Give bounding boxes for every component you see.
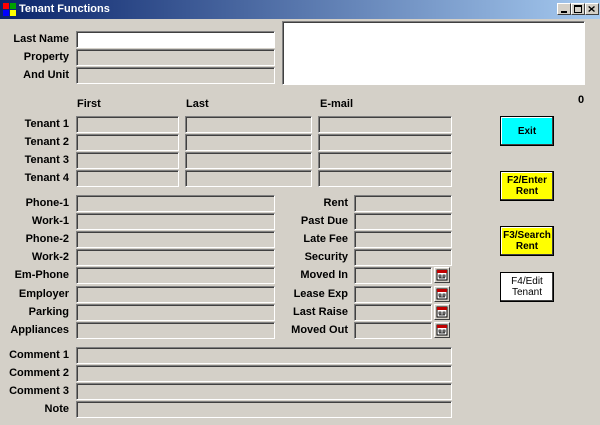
app-icon xyxy=(3,3,16,16)
moved-out-label: Moved Out xyxy=(291,324,348,336)
first-header: First xyxy=(77,98,101,110)
comment2-field[interactable] xyxy=(76,365,452,382)
late-fee-label: Late Fee xyxy=(303,233,348,245)
last-raise-label: Last Raise xyxy=(292,306,348,318)
moved-in-label: Moved In xyxy=(300,269,348,281)
phone2-field[interactable] xyxy=(76,231,275,248)
title-bar: Tenant Functions xyxy=(0,0,600,19)
search-rent-button-label: F3/Search Rent xyxy=(503,230,551,252)
phone1-field[interactable] xyxy=(76,195,275,212)
calendar-icon xyxy=(436,288,448,300)
late-fee-field[interactable] xyxy=(354,231,452,248)
edit-tenant-button-label: F4/Edit Tenant xyxy=(511,276,543,298)
maximize-button[interactable] xyxy=(571,3,585,15)
tenant2-email-field[interactable] xyxy=(318,134,452,151)
window-title: Tenant Functions xyxy=(19,3,110,15)
minimize-button[interactable] xyxy=(557,3,571,15)
rent-field[interactable] xyxy=(354,195,452,212)
last-raise-field[interactable] xyxy=(354,304,432,321)
last-name-input[interactable] xyxy=(76,31,275,48)
comment3-label: Comment 3 xyxy=(9,385,69,397)
past-due-label: Past Due xyxy=(300,215,348,227)
appliances-field[interactable] xyxy=(76,322,275,339)
employer-label: Employer xyxy=(18,288,69,300)
work2-field[interactable] xyxy=(76,249,275,266)
property-field[interactable] xyxy=(76,49,275,66)
record-counter: 0 xyxy=(578,94,585,106)
exit-button-label: Exit xyxy=(517,125,537,137)
moved-out-calendar-button[interactable] xyxy=(434,322,450,338)
unit-field[interactable] xyxy=(76,67,275,84)
tenant2-last-field[interactable] xyxy=(185,134,312,151)
last-header: Last xyxy=(186,98,209,110)
note-field[interactable] xyxy=(76,401,452,418)
search-rent-button[interactable]: F3/Search Rent xyxy=(500,226,554,256)
email-header: E-mail xyxy=(320,98,354,110)
last-name-text[interactable] xyxy=(77,32,274,47)
parking-field[interactable] xyxy=(76,304,275,321)
security-label: Security xyxy=(304,251,348,263)
property-label: Property xyxy=(23,51,69,63)
rent-label: Rent xyxy=(323,197,348,209)
tenant4-email-field[interactable] xyxy=(318,170,452,187)
tenant4-last-field[interactable] xyxy=(185,170,312,187)
tenant3-email-field[interactable] xyxy=(318,152,452,169)
em-phone-label: Em-Phone xyxy=(14,269,69,281)
work2-label: Work-2 xyxy=(31,251,69,263)
em-phone-field[interactable] xyxy=(76,267,275,284)
comment2-label: Comment 2 xyxy=(9,367,69,379)
employer-field[interactable] xyxy=(76,286,275,303)
tenant3-first-field[interactable] xyxy=(76,152,179,169)
tenant4-label: Tenant 4 xyxy=(24,172,69,184)
past-due-field[interactable] xyxy=(354,213,452,230)
comment1-field[interactable] xyxy=(76,347,452,364)
phone1-label: Phone-1 xyxy=(25,197,69,209)
tenant1-last-field[interactable] xyxy=(185,116,312,133)
last-raise-calendar-button[interactable] xyxy=(434,304,450,320)
search-results-list[interactable] xyxy=(282,21,585,85)
phone2-label: Phone-2 xyxy=(25,233,69,245)
moved-in-field[interactable] xyxy=(354,267,432,284)
calendar-icon xyxy=(436,324,448,336)
appliances-label: Appliances xyxy=(10,324,69,336)
tenant3-last-field[interactable] xyxy=(185,152,312,169)
security-field[interactable] xyxy=(354,249,452,266)
calendar-icon xyxy=(436,306,448,318)
tenant1-first-field[interactable] xyxy=(76,116,179,133)
note-label: Note xyxy=(44,403,69,415)
enter-rent-button-label: F2/Enter Rent xyxy=(506,175,547,197)
lease-exp-label: Lease Exp xyxy=(293,288,348,300)
edit-tenant-button[interactable]: F4/Edit Tenant xyxy=(500,272,554,302)
comment3-field[interactable] xyxy=(76,383,452,400)
moved-out-field[interactable] xyxy=(354,322,432,339)
work1-field[interactable] xyxy=(76,213,275,230)
tenant3-label: Tenant 3 xyxy=(24,154,69,166)
comment1-label: Comment 1 xyxy=(9,349,69,361)
minimize-icon xyxy=(561,11,567,13)
tenant1-label: Tenant 1 xyxy=(24,118,69,130)
exit-button[interactable]: Exit xyxy=(500,116,554,146)
work1-label: Work-1 xyxy=(31,215,69,227)
close-button[interactable] xyxy=(585,3,599,15)
tenant2-first-field[interactable] xyxy=(76,134,179,151)
parking-label: Parking xyxy=(28,306,69,318)
calendar-icon xyxy=(436,269,448,281)
tenant1-email-field[interactable] xyxy=(318,116,452,133)
lease-exp-field[interactable] xyxy=(354,286,432,303)
tenant2-label: Tenant 2 xyxy=(24,136,69,148)
lease-exp-calendar-button[interactable] xyxy=(434,286,450,302)
close-icon xyxy=(588,5,595,13)
tenant4-first-field[interactable] xyxy=(76,170,179,187)
moved-in-calendar-button[interactable] xyxy=(434,267,450,283)
enter-rent-button[interactable]: F2/Enter Rent xyxy=(500,171,554,201)
last-name-label: Last Name xyxy=(13,33,69,45)
and-unit-label: And Unit xyxy=(23,69,69,81)
